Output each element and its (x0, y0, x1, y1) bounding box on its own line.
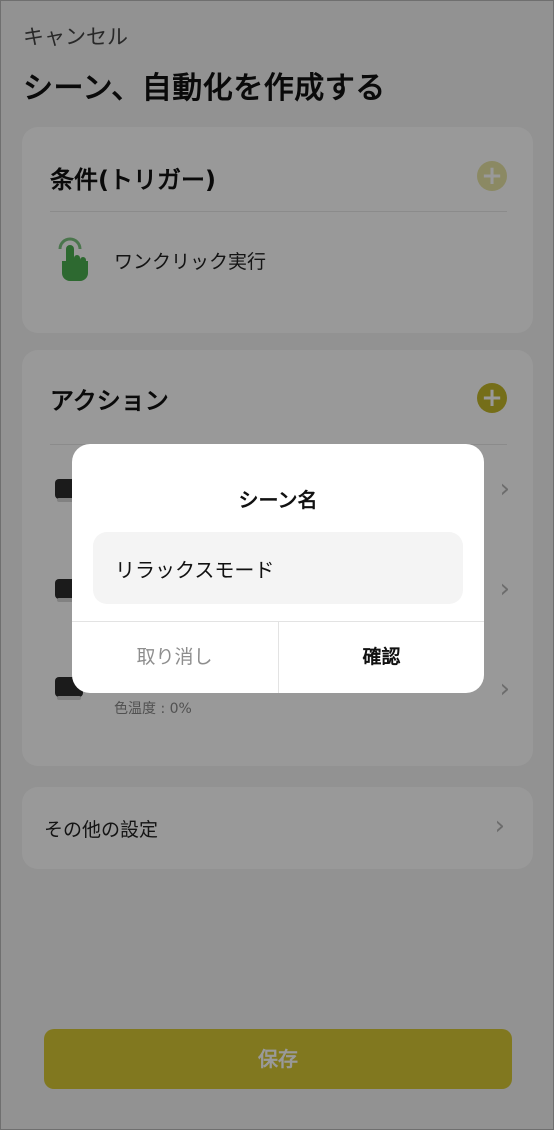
dialog-cancel-button[interactable]: 取り消し (72, 622, 277, 693)
dialog-title: シーン名 (238, 488, 318, 512)
scene-name-input[interactable] (93, 532, 463, 604)
scene-name-dialog: シーン名 取り消し 確認 (72, 444, 484, 693)
app-screen: キャンセル シーン、自動化を作成する 条件(トリガー) + ワンクリック実行 ア… (0, 0, 554, 1130)
dialog-confirm-button[interactable]: 確認 (279, 622, 484, 693)
